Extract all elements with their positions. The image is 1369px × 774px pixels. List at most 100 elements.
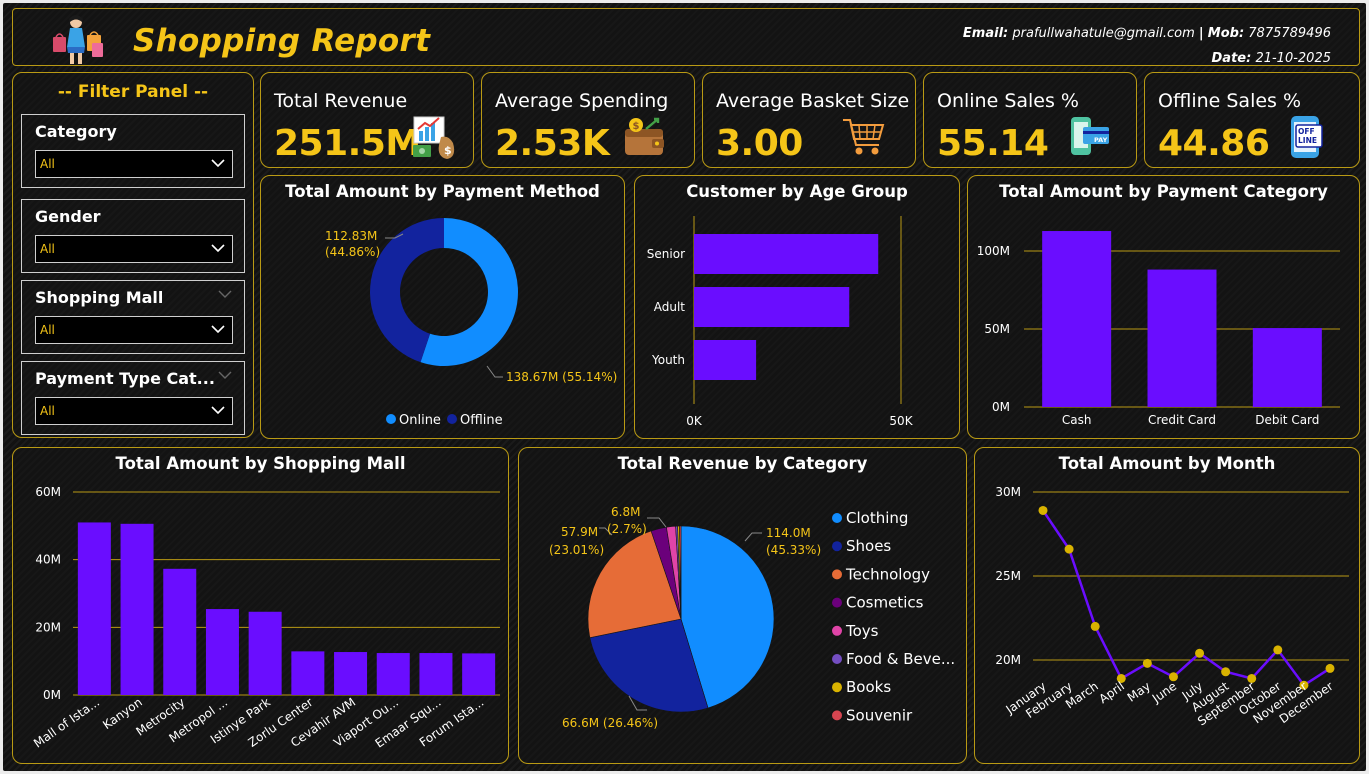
online-payment-icon: PAY bbox=[1071, 117, 1109, 155]
date-label: Date: bbox=[1211, 51, 1252, 66]
tick-label: 0K bbox=[686, 414, 703, 428]
chart-month-panel: Total Amount by Month 20M 25M 30M January Fe… bbox=[974, 447, 1360, 764]
bar-mall bbox=[462, 653, 496, 695]
email-value: prafullwahatule@gmail.com bbox=[1012, 26, 1195, 41]
chevron-down-icon bbox=[211, 159, 225, 168]
filter-panel-title: -- Filter Panel -- bbox=[57, 82, 209, 102]
wallet-icon: $ bbox=[625, 117, 664, 155]
bar-mall bbox=[163, 568, 197, 695]
dropdown-value: All bbox=[40, 242, 55, 256]
tick-label: 50M bbox=[984, 322, 1010, 336]
legend-marker-offline bbox=[447, 414, 457, 424]
category-label: Mall of Ista... bbox=[31, 695, 102, 751]
category-label: Adult bbox=[654, 300, 686, 314]
legend-marker bbox=[832, 569, 842, 580]
chevron-down-icon bbox=[211, 406, 225, 415]
data-label: 57.9M bbox=[561, 525, 598, 539]
data-point bbox=[1090, 621, 1100, 631]
chart-payment-category-panel: Total Amount by Payment Category 0M 50M 10… bbox=[967, 175, 1360, 439]
svg-text:$: $ bbox=[444, 144, 452, 157]
payment-type-dropdown[interactable]: All bbox=[35, 397, 233, 425]
data-label: (2.7%) bbox=[607, 522, 647, 536]
page-title: Shopping Report bbox=[133, 23, 431, 59]
data-label: (44.86%) bbox=[325, 245, 380, 259]
kpi-value: 3.00 bbox=[716, 123, 803, 164]
payment-category-bar-chart: 0M 50M 100M Cash Credit Card Debit Card bbox=[977, 231, 1340, 427]
clear-selection-icon[interactable] bbox=[217, 287, 233, 301]
legend-marker bbox=[832, 682, 842, 693]
tick-label: 40M bbox=[35, 553, 61, 567]
shopping-mall-dropdown[interactable]: All bbox=[35, 316, 233, 344]
chart-payment-method-panel: Total Amount by Payment Method 138.67M (… bbox=[260, 175, 625, 439]
shopper-logo-icon bbox=[53, 15, 103, 64]
category-dropdown[interactable]: All bbox=[35, 150, 233, 178]
kpi-label: Online Sales % bbox=[937, 90, 1079, 112]
bar-debit-card bbox=[1252, 328, 1322, 407]
leader-line bbox=[647, 517, 667, 528]
category-label: June bbox=[1149, 679, 1179, 706]
data-label: 138.67M (55.14%) bbox=[506, 370, 617, 384]
slicer-label: Gender bbox=[35, 207, 101, 226]
filter-panel: -- Filter Panel -- Category All Gender A… bbox=[12, 72, 254, 438]
bar-mall bbox=[334, 652, 368, 695]
svg-text:PAY: PAY bbox=[1094, 136, 1108, 144]
tick-label: 25M bbox=[995, 569, 1021, 583]
kpi-label: Offline Sales % bbox=[1158, 90, 1302, 112]
data-point bbox=[1038, 505, 1048, 515]
data-point bbox=[1325, 663, 1335, 673]
tick-label: 60M bbox=[35, 485, 61, 499]
kpi-label: Average Basket Size bbox=[716, 90, 910, 112]
kpi-label: Average Spending bbox=[495, 90, 669, 112]
category-label: Senior bbox=[647, 247, 685, 261]
header-bar: Shopping Report Email: prafullwahatule@g… bbox=[12, 8, 1360, 66]
bar-mall bbox=[120, 523, 154, 695]
bar-mall bbox=[77, 522, 111, 695]
dropdown-value: All bbox=[40, 404, 55, 418]
tick-label: 0M bbox=[992, 400, 1010, 414]
tick-label: 50K bbox=[889, 414, 913, 428]
legend-label-online: Online bbox=[399, 413, 441, 428]
kpi-average-spending: Average Spending 2.53K $ bbox=[481, 72, 695, 168]
kpi-label: Total Revenue bbox=[274, 90, 408, 112]
kpi-value: 55.14 bbox=[937, 123, 1049, 164]
legend-label: Souvenir bbox=[846, 706, 913, 724]
kpi-value: 251.5M bbox=[274, 123, 421, 164]
data-point bbox=[1064, 544, 1074, 554]
data-label: 66.6M (26.46%) bbox=[562, 716, 658, 730]
svg-text:OFF: OFF bbox=[1298, 127, 1315, 136]
data-point bbox=[1221, 667, 1231, 677]
dropdown-value: All bbox=[40, 157, 55, 171]
slicer-label: Payment Type Cat... bbox=[35, 369, 215, 388]
data-label: (23.01%) bbox=[549, 543, 604, 557]
data-point bbox=[1195, 648, 1205, 658]
age-group-bar-chart: Senior Adult Youth 0K 50K bbox=[647, 216, 914, 428]
slicer-payment-type: Payment Type Cat... All bbox=[21, 361, 245, 435]
slicer-category: Category All bbox=[21, 114, 245, 188]
data-label: 114.0M bbox=[766, 526, 811, 540]
mob-label: Mob: bbox=[1207, 26, 1245, 41]
bar-mall bbox=[291, 651, 325, 695]
category-revenue-pie-chart: 114.0M (45.33%) 66.6M (26.46%) 57.9M (23.01%… bbox=[549, 505, 955, 730]
shopping-mall-bar-chart: 0M20M40M60MMall of Ista...KanyonMetrocit… bbox=[31, 485, 500, 751]
legend-marker bbox=[832, 710, 842, 721]
bar-youth bbox=[694, 340, 757, 380]
offline-icon: OFF LINE bbox=[1291, 116, 1323, 158]
shopping-cart-icon bbox=[843, 118, 885, 155]
revenue-chart-icon: $ bbox=[413, 116, 455, 159]
legend-marker-online bbox=[386, 414, 396, 424]
svg-text:$: $ bbox=[633, 121, 640, 132]
gender-dropdown[interactable]: All bbox=[35, 235, 233, 263]
bar-mall bbox=[419, 653, 453, 695]
kpi-value: 2.53K bbox=[495, 123, 610, 164]
bar-mall bbox=[376, 653, 410, 695]
chart-category-revenue-panel: Total Revenue by Category 114.0M (45.33%)… bbox=[518, 447, 967, 764]
data-label: (45.33%) bbox=[766, 543, 821, 557]
month-line-chart: 20M25M30MJanuaryFebruaryMarchAprilMayJun… bbox=[995, 485, 1349, 729]
legend-label: Food & Beve... bbox=[846, 650, 955, 668]
report-date: Date: 21-10-2025 bbox=[1212, 51, 1332, 66]
chart-age-group-panel: Customer by Age Group Senior Adult Youth 0K… bbox=[634, 175, 960, 439]
data-point bbox=[1142, 658, 1152, 668]
legend-marker bbox=[832, 513, 842, 523]
kpi-average-basket-size: Average Basket Size 3.00 bbox=[702, 72, 916, 168]
clear-selection-icon[interactable] bbox=[217, 368, 233, 382]
